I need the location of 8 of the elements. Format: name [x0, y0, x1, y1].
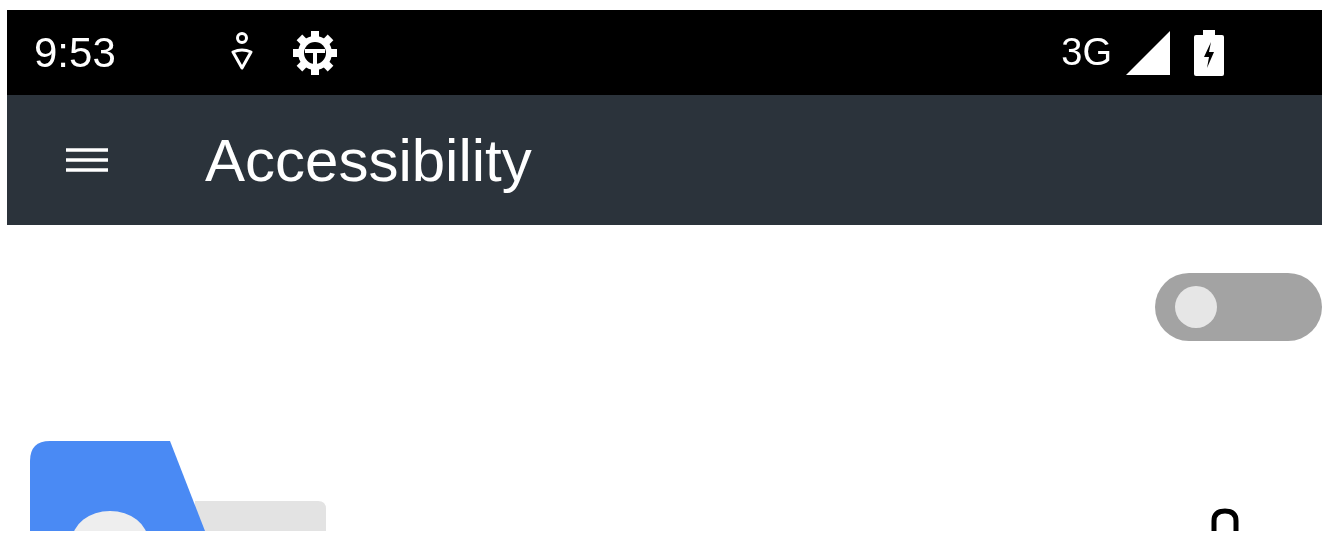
- network-type: 3G: [1061, 31, 1112, 74]
- clock-time: 9:53: [34, 28, 116, 77]
- toggle-switch[interactable]: [1155, 273, 1322, 341]
- gear-icon: [290, 28, 339, 77]
- screen-title: Accessibility: [205, 125, 532, 195]
- arch-icon: [1210, 508, 1240, 531]
- signal-icon: [1126, 30, 1170, 75]
- battery-charging-icon: [1194, 29, 1224, 76]
